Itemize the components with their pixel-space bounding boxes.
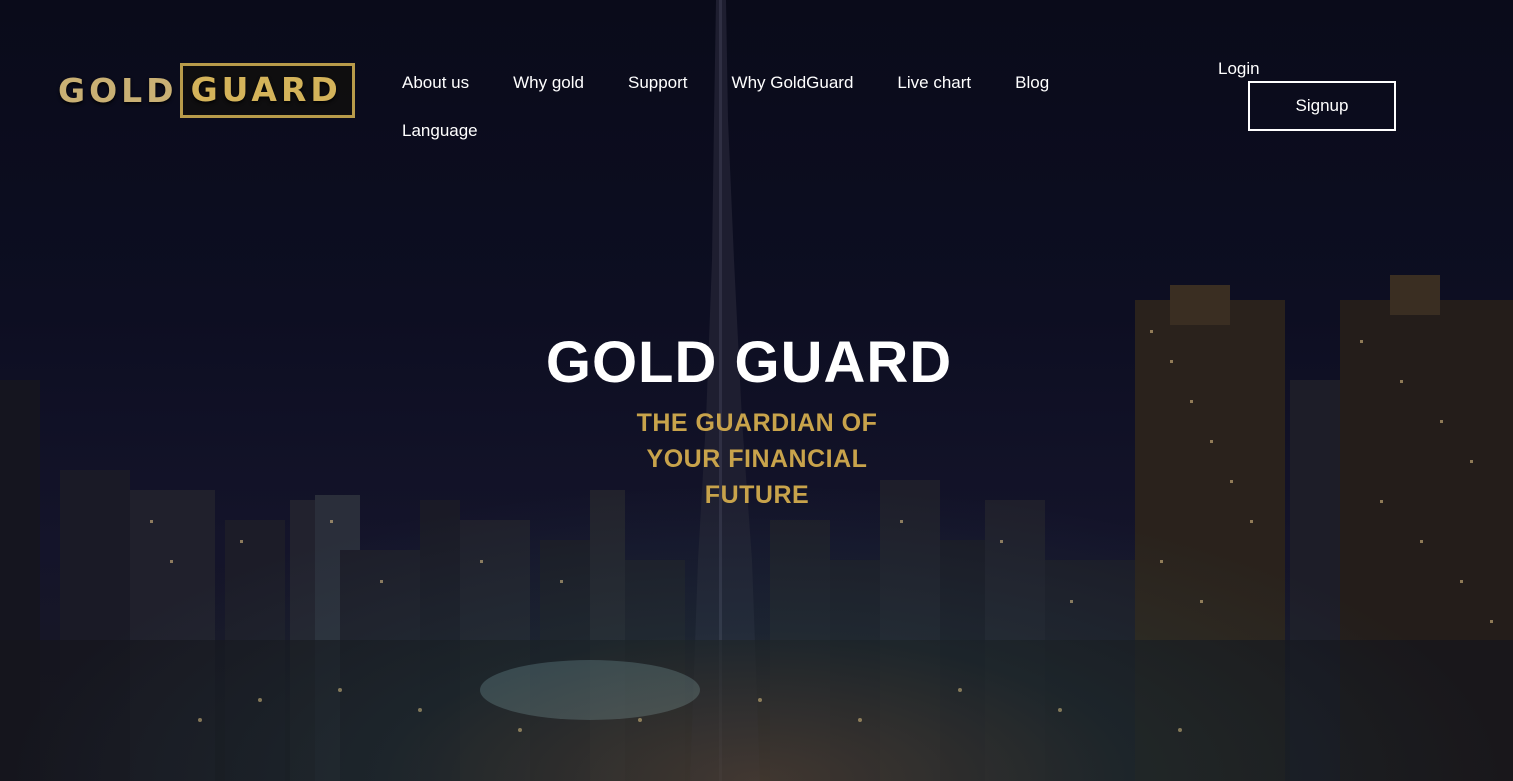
main-navigation: About us Why gold Support Why GoldGuard … xyxy=(402,70,1122,144)
nav-item-language[interactable]: Language xyxy=(402,118,478,144)
logo-text-guard: GUARD xyxy=(179,62,355,118)
landing-page: GOLD GUARD About us Why gold Support Why… xyxy=(0,0,1513,781)
goldguard-logo[interactable]: GOLD GUARD xyxy=(58,59,370,121)
nav-item-blog[interactable]: Blog xyxy=(1015,70,1049,96)
signup-button[interactable]: Signup xyxy=(1248,81,1396,131)
nav-item-about-us[interactable]: About us xyxy=(402,70,469,96)
nav-item-support[interactable]: Support xyxy=(628,70,688,96)
hero-subtitle-line: THE GUARDIAN OF xyxy=(636,409,878,437)
city-light-glow xyxy=(0,481,1513,781)
nav-item-why-gold[interactable]: Why gold xyxy=(513,70,584,96)
logo-text-gold: GOLD xyxy=(58,70,178,110)
nav-item-live-chart[interactable]: Live chart xyxy=(897,70,971,96)
nav-item-why-goldguard[interactable]: Why GoldGuard xyxy=(732,70,854,96)
hero-title: GOLD GUARD xyxy=(545,330,953,395)
login-link[interactable]: Login xyxy=(1218,58,1260,80)
signup-button-label: Signup xyxy=(1295,96,1349,115)
hero-subtitle-line: YOUR FINANCIAL xyxy=(646,445,868,473)
hero-subtitle: THE GUARDIAN OF YOUR FINANCIAL FUTURE xyxy=(606,405,908,513)
hero-subtitle-line: FUTURE xyxy=(704,481,810,509)
